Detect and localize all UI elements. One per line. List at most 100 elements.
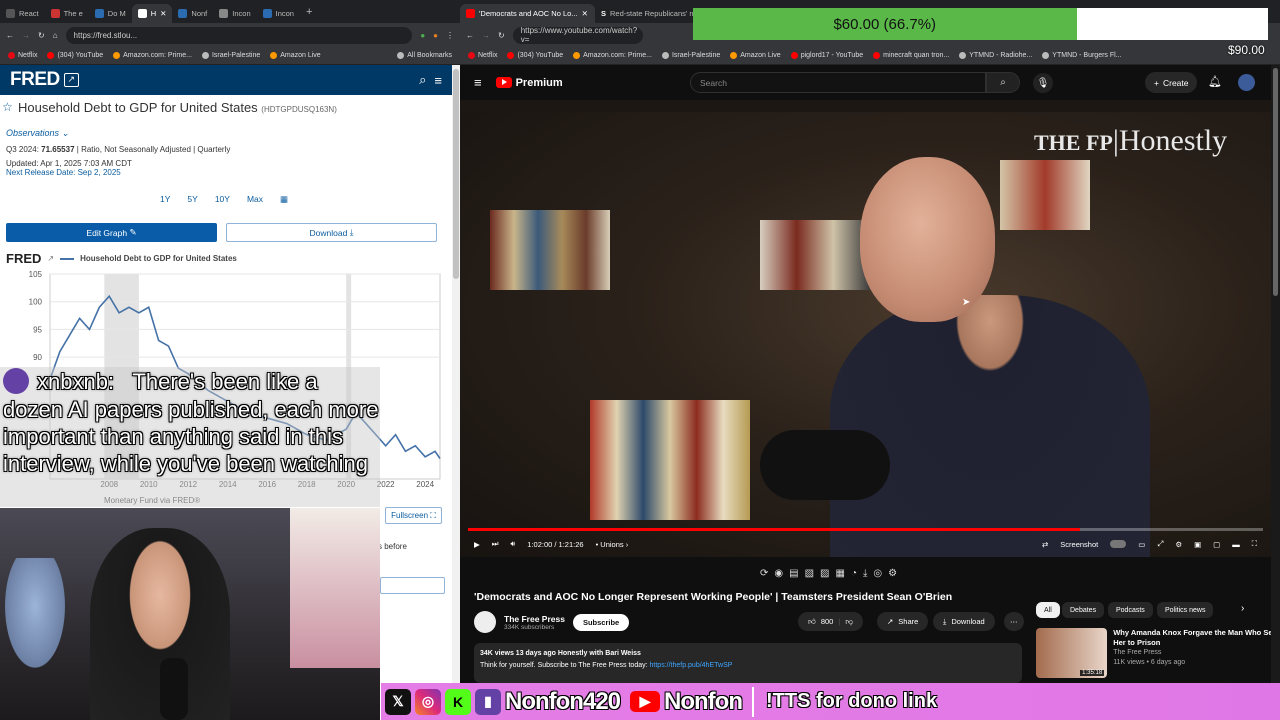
bookmark-item[interactable]: (304) YouTube [507, 52, 563, 59]
forward-icon[interactable]: → [482, 31, 490, 40]
rec-title[interactable]: Why Amanda Knox Forgave the Man Who Sent… [1113, 628, 1280, 648]
chevron-right-icon[interactable]: › [1241, 603, 1244, 614]
expand-icon[interactable]: ⤢ [1157, 539, 1163, 549]
range-5y-button[interactable]: 5Y [187, 194, 197, 205]
thumbs-down-icon[interactable]: 👎︎ [845, 617, 853, 627]
chip-all[interactable]: All [1036, 602, 1060, 618]
forward-icon[interactable]: → [22, 31, 30, 40]
image-icon[interactable]: ▧ [805, 568, 814, 579]
right-tab-1[interactable]: S Red-state Republicans' ne [595, 4, 695, 23]
left-tab-2[interactable]: Do M [89, 4, 132, 23]
theater-icon[interactable]: ▬ [1232, 540, 1240, 549]
rec-thumbnail[interactable]: 1:35:18 [1036, 628, 1108, 678]
chip-politics-news[interactable]: Politics news [1157, 602, 1214, 618]
settings-gear-icon[interactable]: ⚙ [888, 568, 897, 579]
autoplay-toggle[interactable] [1110, 540, 1127, 548]
bookmark-item[interactable]: YTMND - Burgers Fl... [1042, 52, 1122, 59]
bookmark-item[interactable]: minecraft quan tron... [873, 52, 949, 59]
edit-graph-button[interactable]: Edit Graph ✎ [6, 223, 217, 242]
bookmark-item[interactable]: piglord17 - YouTube [790, 52, 863, 59]
speed-icon[interactable]: ◔ [851, 568, 857, 579]
range-max-button[interactable]: Max [247, 194, 263, 205]
profile-avatar-icon[interactable]: ● [433, 31, 438, 40]
menu-kebab-icon[interactable]: ⋮ [446, 31, 454, 40]
grid-icon[interactable]: ▦ [835, 568, 844, 579]
description-box[interactable]: 34K views 13 days ago Honestly with Bari… [474, 643, 1022, 683]
create-button[interactable]: + Create [1145, 72, 1198, 93]
chip-podcasts[interactable]: Podcasts [1108, 602, 1153, 618]
back-icon[interactable]: ← [6, 31, 14, 40]
range-1y-button[interactable]: 1Y [160, 194, 170, 205]
cinema-icon[interactable]: ▤ [789, 568, 798, 579]
left-tab-5[interactable]: Incon [213, 4, 256, 23]
miniplayer-icon[interactable]: ▣ [1194, 540, 1201, 549]
extension-icon[interactable]: ● [420, 31, 425, 40]
left-address-bar[interactable]: https://fred.stlou... [65, 26, 413, 44]
download-button[interactable]: Download ⤓ [226, 223, 437, 242]
voice-search-button[interactable]: 🎙︎ [1033, 73, 1053, 93]
reload-icon[interactable]: ↻ [38, 31, 45, 40]
observations-toggle[interactable]: Observations ⌄ [6, 128, 69, 139]
bookmark-item[interactable]: Amazon Live [270, 52, 321, 59]
scrollbar-thumb[interactable] [453, 69, 459, 279]
youtube-logo-icon[interactable] [495, 77, 512, 88]
chapter-button[interactable]: • Unions › [596, 540, 629, 549]
like-dislike-pill[interactable]: 👍︎ 800 | 👎︎ [798, 612, 863, 631]
home-icon[interactable]: ⌂ [53, 31, 58, 40]
search-icon[interactable]: ⌕ [419, 72, 426, 88]
desc-link[interactable]: https://thefp.pub/4hETwSP [650, 662, 733, 669]
bookmark-item[interactable]: YTMND - Radiohe... [959, 52, 1032, 59]
screenshot-label[interactable]: Screenshot [1060, 540, 1098, 549]
bookmark-item[interactable]: Israel-Palestine [661, 52, 720, 59]
share-button[interactable]: ↗ Share [877, 612, 929, 631]
notifications-bell-icon[interactable]: 🔔︎ [1208, 75, 1222, 88]
video-player[interactable]: THE FP|Honestly ➤ [460, 100, 1271, 557]
fullscreen-button[interactable]: Fullscreen ⛶ [385, 507, 442, 524]
bookmark-item[interactable]: Amazon.com: Prime... [113, 52, 192, 59]
channel-name[interactable]: The Free Press [504, 614, 565, 624]
close-icon[interactable]: ✕ [160, 9, 166, 18]
crop-icon[interactable]: ▨ [820, 568, 829, 579]
video-download-button[interactable]: ⤓ Download [933, 612, 995, 631]
next-release-link[interactable]: Next Release Date: Sep 2, 2025 [6, 168, 121, 177]
left-tab-3[interactable]: H ✕ [131, 4, 173, 23]
left-tab-1[interactable]: The e [45, 4, 89, 23]
calendar-icon[interactable]: ▦ [280, 194, 288, 205]
right-tab-0[interactable]: 'Democrats and AOC No Lo... ✕ [460, 4, 595, 23]
pip-icon[interactable]: ▢ [1213, 540, 1220, 549]
bookmark-item[interactable]: Amazon.com: Prime... [573, 52, 652, 59]
loop-icon[interactable]: ⟳ [760, 568, 768, 579]
volume-icon[interactable]: 🔊︎ [511, 539, 516, 549]
new-tab-icon[interactable]: + [306, 6, 312, 18]
bookmark-item[interactable]: Netflix [468, 52, 497, 59]
hamburger-menu-icon[interactable]: ≡ [474, 75, 482, 90]
next-icon[interactable]: ⏭ [492, 539, 499, 549]
star-icon[interactable]: ☆ [2, 100, 13, 114]
bookmark-item[interactable]: Israel-Palestine [201, 52, 260, 59]
account-avatar[interactable] [1238, 74, 1255, 91]
thumbs-up-icon[interactable]: 👍︎ [808, 617, 816, 627]
subtitles-icon[interactable]: ▭ [1138, 540, 1145, 549]
bookmark-item[interactable]: Netflix [8, 52, 37, 59]
close-icon[interactable]: ✕ [582, 9, 588, 18]
swap-icon[interactable]: ⇄ [1042, 540, 1048, 549]
reload-icon[interactable]: ↻ [498, 31, 505, 40]
subscribe-button[interactable]: Subscribe [572, 613, 630, 631]
right-scrollbar[interactable] [1271, 65, 1280, 720]
left-tab-4[interactable]: Nonf [172, 4, 213, 23]
scrollbar-thumb[interactable] [1273, 68, 1278, 296]
play-icon[interactable]: ▶ [474, 540, 480, 549]
range-10y-button[interactable]: 10Y [215, 194, 230, 205]
left-scrollbar[interactable] [452, 65, 460, 720]
bookmark-item[interactable]: (304) YouTube [47, 52, 103, 59]
bookmark-item[interactable]: All Bookmarks [397, 52, 452, 59]
recommended-video[interactable]: 1:35:18 Why Amanda Knox Forgave the Man … [1036, 628, 1280, 683]
search-button[interactable]: ⌕ [986, 72, 1020, 93]
partial-input[interactable] [380, 577, 445, 594]
right-address-bar[interactable]: https://www.youtube.com/watch?v= [512, 26, 643, 44]
youtube-premium-logo[interactable]: Premium [516, 77, 563, 89]
bookmark-item[interactable]: Amazon Live [730, 52, 781, 59]
channel-avatar[interactable] [474, 611, 496, 633]
audio-icon[interactable]: ◉ [774, 568, 783, 579]
download-icon[interactable]: ⤓ [863, 568, 867, 579]
